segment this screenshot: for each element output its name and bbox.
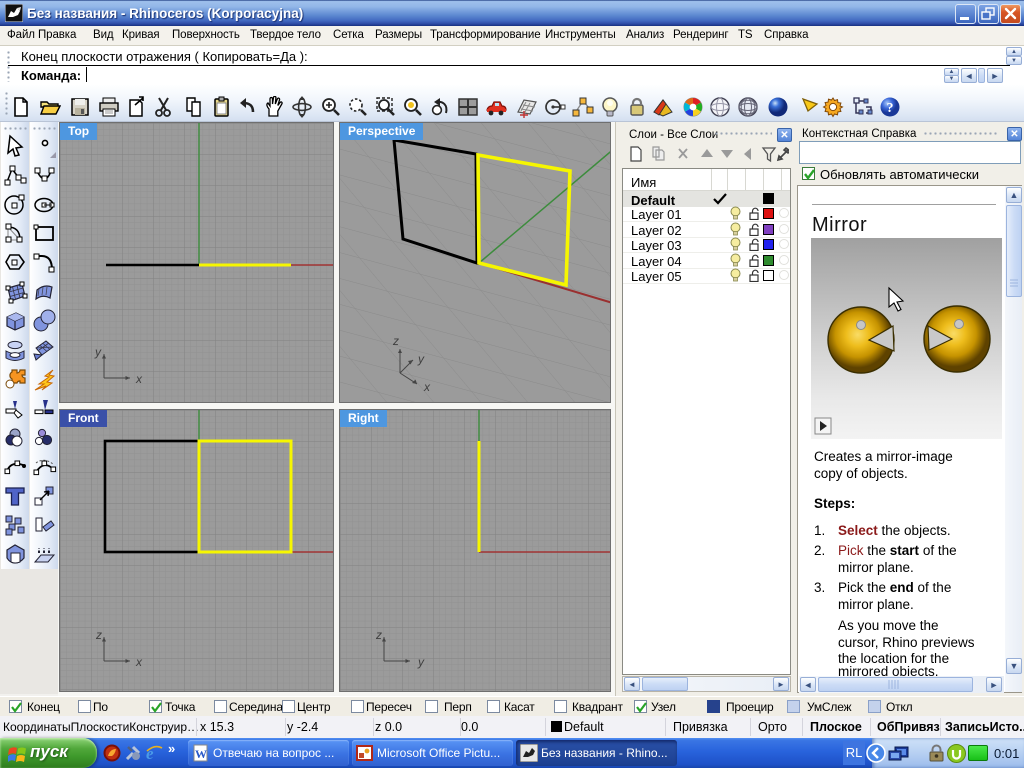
svg-text:y: y <box>417 655 425 669</box>
svg-text:x: x <box>423 380 431 394</box>
svg-text:z: z <box>95 628 102 642</box>
svg-text:x: x <box>135 372 143 386</box>
svg-text:z: z <box>375 628 382 642</box>
svg-text:y: y <box>94 345 102 359</box>
svg-text:z: z <box>392 334 399 348</box>
svg-text:x: x <box>135 655 143 669</box>
svg-text:?: ? <box>887 101 894 116</box>
svg-text:W: W <box>195 747 207 761</box>
svg-text:y: y <box>417 352 425 366</box>
